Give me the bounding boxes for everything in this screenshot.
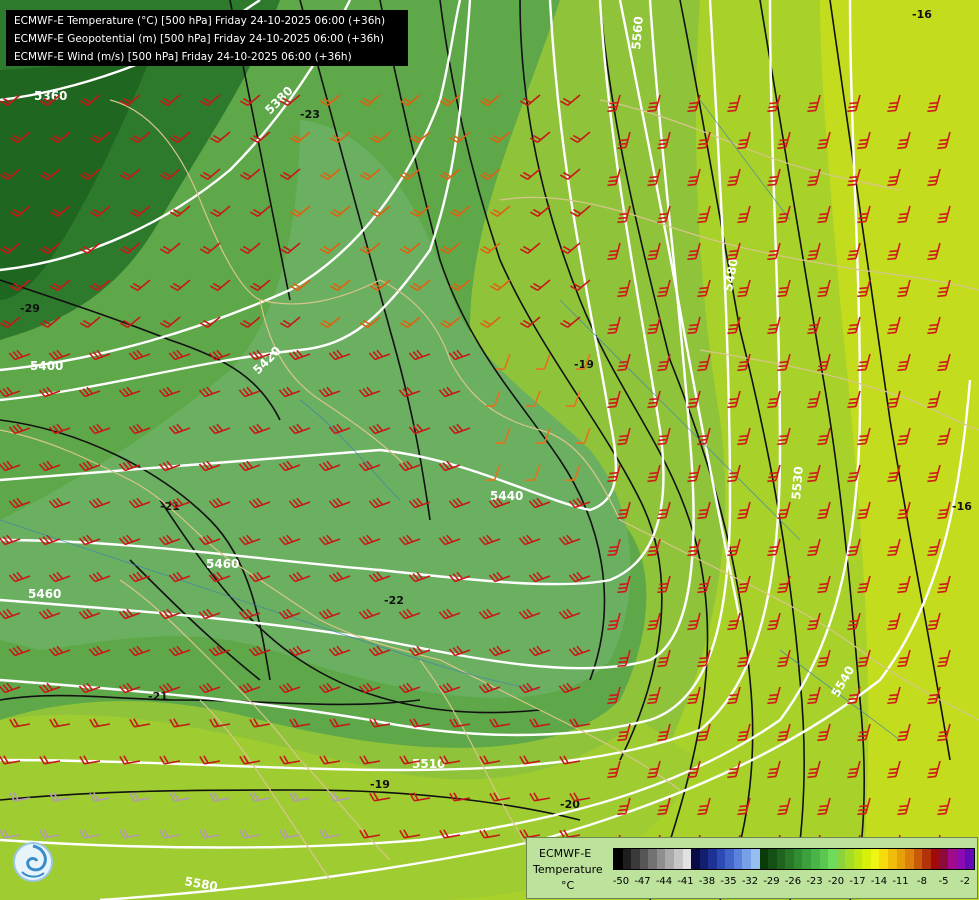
legend-tick-label: -32	[741, 876, 759, 887]
weather-map: 5360 5380 5400 5420 5440 5460 5460 5480 …	[0, 0, 979, 900]
legend-unit: °C	[561, 879, 575, 892]
legend-swatch	[665, 849, 674, 869]
legend-tick-label: -5	[938, 876, 949, 887]
legend-tick-label: -20	[827, 876, 845, 887]
geopotential-label: 5460	[206, 557, 239, 571]
legend-tick-label: -35	[720, 876, 737, 887]
legend-swatch	[673, 849, 683, 869]
legend-tick-label: -8	[917, 876, 927, 887]
legend-swatch	[725, 849, 734, 869]
legend-swatch	[819, 849, 829, 869]
legend-tick-label: -14	[870, 876, 888, 887]
legend-swatch	[810, 849, 820, 869]
legend-swatch	[614, 849, 623, 869]
title-wind: ECMWF-E Wind (m/s) [500 hPa] Friday 24-1…	[14, 51, 352, 63]
legend-swatch	[656, 849, 666, 869]
legend-swatch	[845, 849, 854, 869]
temperature-legend: ECMWF-E Temperature °C -50 -47 -44 -41 -38 -3…	[526, 837, 978, 899]
legend-swatch	[776, 849, 786, 869]
legend-swatch	[888, 849, 897, 869]
geopotential-label: 5400	[30, 359, 63, 373]
legend-tick-label: -44	[655, 876, 673, 887]
legend-swatch	[853, 849, 863, 869]
legend-swatch	[708, 849, 717, 869]
legend-swatch	[930, 849, 940, 869]
legend-swatch	[699, 849, 709, 869]
legend-swatch	[631, 849, 640, 869]
legend-tick-label: -11	[892, 876, 909, 887]
legend-swatch	[768, 849, 777, 869]
temperature-label: -22	[384, 594, 404, 607]
legend-color-bar	[613, 848, 975, 870]
legend-swatch	[913, 849, 923, 869]
legend-swatch	[956, 849, 966, 869]
legend-tick-label: -38	[698, 876, 716, 887]
legend-swatch	[879, 849, 888, 869]
legend-tick-label: -29	[763, 876, 780, 887]
legend-swatch	[965, 849, 974, 869]
legend-swatch	[828, 849, 837, 869]
legend-tick-label: -17	[849, 876, 866, 887]
title-geopotential: ECMWF-E Geopotential (m) [500 hPa] Frida…	[14, 33, 385, 45]
legend-swatch	[733, 849, 743, 869]
temperature-label: -19	[370, 778, 390, 791]
legend-swatch	[939, 849, 948, 869]
legend-swatch	[622, 849, 632, 869]
legend-tick-labels: -50 -47 -44 -41 -38 -35 -32 -29 -26 -23 -20 -17 -14-…	[607, 876, 977, 890]
legend-tick-label: -41	[677, 876, 694, 887]
legend-swatch	[716, 849, 726, 869]
geopotential-label: 5530	[789, 466, 806, 500]
temperature-label: -29	[20, 302, 40, 315]
legend-swatch	[742, 849, 751, 869]
title-temperature: ECMWF-E Temperature (°C) [500 hPa] Frida…	[14, 15, 386, 27]
legend-swatch	[870, 849, 880, 869]
legend-swatch	[896, 849, 906, 869]
logo-icon	[10, 837, 56, 887]
legend-swatch	[691, 849, 700, 869]
legend-model: ECMWF-E	[539, 847, 592, 860]
legend-swatch	[905, 849, 914, 869]
map-title-box: ECMWF-E Temperature (°C) [500 hPa] Frida…	[6, 10, 408, 66]
legend-swatch	[682, 849, 692, 869]
legend-swatch	[922, 849, 931, 869]
geopotential-label: 5560	[629, 16, 646, 50]
temperature-label: -16	[912, 8, 932, 21]
legend-tick-label: -23	[806, 876, 823, 887]
geopotential-label: 5460	[28, 587, 61, 601]
legend-swatch	[862, 849, 871, 869]
legend-swatch	[947, 849, 957, 869]
legend-tick-label: -26	[784, 876, 802, 887]
temperature-label: -23	[300, 108, 320, 121]
legend-tick-label: -2	[960, 876, 970, 887]
legend-swatch	[793, 849, 803, 869]
legend-swatch	[751, 849, 760, 869]
legend-swatch	[648, 849, 657, 869]
legend-swatch	[785, 849, 794, 869]
legend-swatch	[836, 849, 846, 869]
legend-swatch	[759, 849, 769, 869]
legend-swatch	[639, 849, 649, 869]
legend-tick-label: -47	[634, 876, 651, 887]
geopotential-label: 5510	[412, 757, 445, 771]
legend-variable: Temperature	[533, 863, 603, 876]
legend-swatch	[802, 849, 811, 869]
legend-tick-label: -50	[612, 876, 630, 887]
temperature-label: -16	[952, 500, 972, 513]
geopotential-label: 5360	[34, 89, 67, 103]
